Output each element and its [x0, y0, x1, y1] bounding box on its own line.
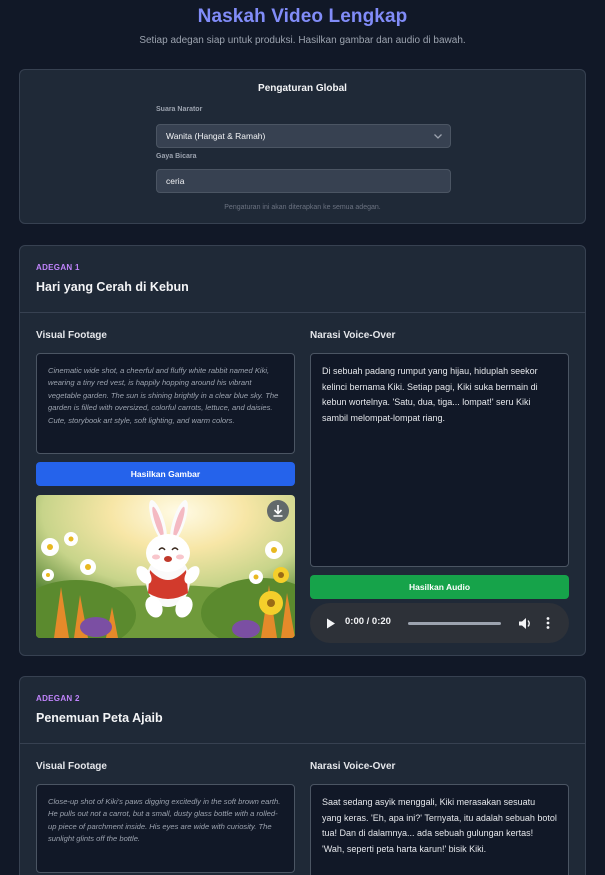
audio-time: 0:00 / 0:20	[345, 616, 391, 627]
page-header: Naskah Video Lengkap Setiap adegan siap …	[0, 0, 605, 46]
scene-card-2: ADEGAN 2 Penemuan Peta Ajaib Visual Foot…	[19, 676, 586, 875]
visual-prompt-textarea[interactable]: Cinematic wide shot, a cheerful and fluf…	[36, 353, 295, 454]
visual-footage-label: Visual Footage	[36, 330, 107, 341]
generated-image	[36, 495, 295, 638]
audio-progress-slider[interactable]	[408, 622, 501, 625]
narration-textarea[interactable]: Saat sedang asyik menggali, Kiki merasak…	[310, 784, 569, 875]
narration-textarea[interactable]: Di sebuah padang rumput yang hijau, hidu…	[310, 353, 569, 567]
download-image-button[interactable]	[267, 500, 289, 522]
voice-label: Suara Narator	[156, 106, 203, 113]
visual-footage-label: Visual Footage	[36, 761, 107, 772]
voice-select-value: Wanita (Hangat & Ramah)	[166, 131, 266, 141]
page-subtitle: Setiap adegan siap untuk produksi. Hasil…	[139, 35, 466, 46]
download-icon	[273, 505, 283, 517]
scene-header: ADEGAN 1 Hari yang Cerah di Kebun	[20, 246, 585, 313]
more-vertical-icon[interactable]	[546, 616, 550, 630]
style-label: Gaya Bicara	[156, 153, 197, 160]
global-settings-title: Pengaturan Global	[258, 83, 347, 94]
generate-image-button[interactable]: Hasilkan Gambar	[36, 462, 295, 486]
scene-card-1: ADEGAN 1 Hari yang Cerah di Kebun Visual…	[19, 245, 586, 656]
scene-title: Hari yang Cerah di Kebun	[36, 280, 189, 294]
page-title: Naskah Video Lengkap	[197, 6, 408, 27]
scene-number: ADEGAN 2	[36, 694, 80, 703]
voice-select[interactable]: Wanita (Hangat & Ramah)	[156, 124, 451, 148]
play-icon[interactable]	[326, 618, 336, 629]
narration-label: Narasi Voice-Over	[310, 761, 396, 772]
visual-prompt-textarea[interactable]: Close-up shot of Kiki's paws digging exc…	[36, 784, 295, 873]
audio-player: 0:00 / 0:20	[310, 603, 569, 643]
generate-audio-button[interactable]: Hasilkan Audio	[310, 575, 569, 599]
style-input[interactable]: ceria	[156, 169, 451, 193]
global-settings-panel: Pengaturan Global Suara Narator Wanita (…	[19, 69, 586, 224]
volume-icon[interactable]	[518, 617, 532, 630]
rabbit-garden-illustration	[36, 495, 295, 638]
scene-number: ADEGAN 1	[36, 263, 80, 272]
scene-title: Penemuan Peta Ajaib	[36, 711, 163, 725]
scene-header: ADEGAN 2 Penemuan Peta Ajaib	[20, 677, 585, 744]
narration-label: Narasi Voice-Over	[310, 330, 396, 341]
global-settings-note: Pengaturan ini akan diterapkan ke semua …	[224, 204, 381, 211]
chevron-down-icon	[434, 134, 442, 139]
